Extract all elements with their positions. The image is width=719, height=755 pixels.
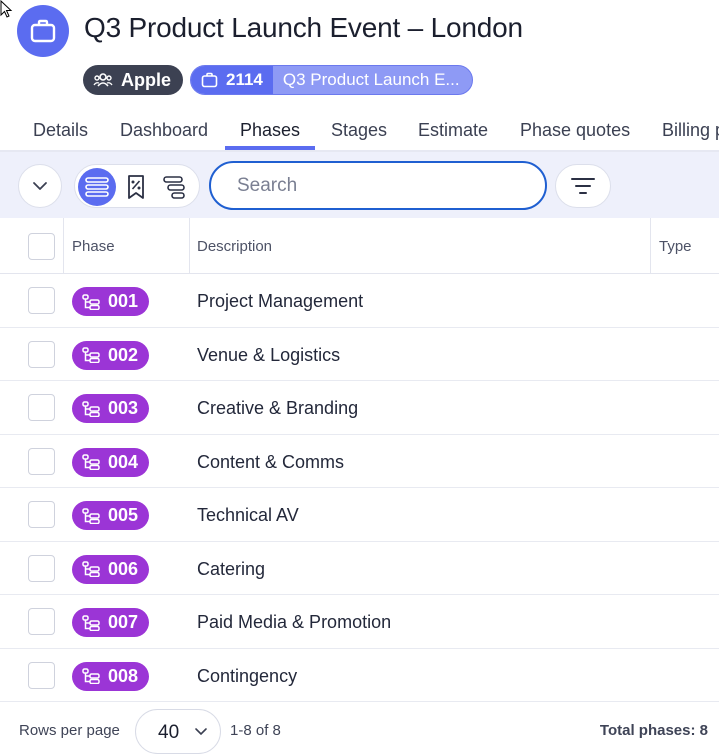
row-checkbox[interactable] xyxy=(28,447,55,475)
page-title: Q3 Product Launch Event – London xyxy=(84,12,523,43)
row-checkbox[interactable] xyxy=(28,554,55,582)
project-header: Q3 Product Launch Event – London Apple 2… xyxy=(0,0,719,110)
tab-estimate[interactable]: Estimate xyxy=(418,120,488,141)
phase-description: Project Management xyxy=(197,291,364,311)
users-icon xyxy=(93,73,113,87)
phase-hierarchy-icon xyxy=(82,454,100,470)
table-row[interactable]: 001 Project Management xyxy=(0,274,719,328)
column-header-type[interactable]: Type xyxy=(659,238,692,255)
row-checkbox[interactable] xyxy=(28,340,55,368)
table-footer: Rows per page 40 1-8 of 8 Total phases: … xyxy=(0,702,719,755)
phase-description: Content & Comms xyxy=(197,451,345,472)
phase-badge[interactable]: 003 xyxy=(72,394,150,423)
client-chip[interactable]: Apple xyxy=(83,65,184,95)
table-row[interactable]: 002 Venue & Logistics xyxy=(0,328,719,381)
phase-badge[interactable]: 005 xyxy=(72,501,150,530)
row-checkbox[interactable] xyxy=(28,608,55,635)
tab-dashboard[interactable]: Dashboard xyxy=(120,120,208,141)
phase-number: 005 xyxy=(108,505,139,525)
briefcase-small-icon xyxy=(201,72,218,88)
phase-number: 001 xyxy=(108,291,139,311)
phase-description: Paid Media & Promotion xyxy=(197,612,392,632)
active-tab-indicator xyxy=(225,146,315,150)
column-divider xyxy=(650,218,651,274)
column-header-description[interactable]: Description xyxy=(197,238,272,255)
phase-number: 008 xyxy=(108,665,139,686)
list-view-icon xyxy=(85,177,109,197)
table-row[interactable]: 008 Contingency xyxy=(0,649,719,702)
phase-hierarchy-icon xyxy=(82,347,100,363)
view-switcher xyxy=(74,164,200,208)
tab-stages[interactable]: Stages xyxy=(331,120,387,141)
phase-badge[interactable]: 001 xyxy=(72,287,150,316)
toolbar xyxy=(0,152,719,218)
table-row[interactable]: 004 Content & Comms xyxy=(0,435,719,488)
collapse-button[interactable] xyxy=(18,164,62,208)
chevron-down-icon xyxy=(33,182,47,190)
briefcase-icon xyxy=(17,5,69,57)
client-chip-label: Apple xyxy=(121,69,172,90)
table-row[interactable]: 003 Creative & Branding xyxy=(0,381,719,435)
phases-table: Phase Description Type 001 Project Manage… xyxy=(0,218,719,702)
phase-badge[interactable]: 002 xyxy=(72,340,150,370)
column-header-phase[interactable]: Phase xyxy=(72,238,115,255)
tab-billing[interactable]: Billing p xyxy=(662,120,719,141)
select-all-checkbox[interactable] xyxy=(28,233,55,260)
filter-button[interactable] xyxy=(555,164,611,208)
list-view-button[interactable] xyxy=(78,168,116,206)
project-name: Q3 Product Launch E... xyxy=(282,70,460,89)
tab-details[interactable]: Details xyxy=(33,120,88,141)
phase-description: Contingency xyxy=(197,665,298,686)
tab-phase-quotes[interactable]: Phase quotes xyxy=(520,120,630,141)
table-header: Phase Description Type xyxy=(0,218,719,274)
table-row[interactable]: 005 Technical AV xyxy=(0,488,719,542)
total-phases: Total phases: 8 xyxy=(599,722,708,739)
column-divider xyxy=(189,218,190,274)
table-row[interactable]: 007 Paid Media & Promotion xyxy=(0,595,719,649)
row-checkbox[interactable] xyxy=(28,394,55,421)
filter-icon xyxy=(571,178,595,194)
percent-bookmark-icon xyxy=(128,175,144,199)
project-number: 2114 xyxy=(226,70,263,89)
phase-badge[interactable]: 004 xyxy=(72,447,150,477)
tab-phases[interactable]: Phases xyxy=(240,120,300,141)
phase-hierarchy-icon xyxy=(82,614,100,631)
table-row[interactable]: 006 Catering xyxy=(0,542,719,595)
tab-bar: Details Dashboard Phases Stages Estimate… xyxy=(0,112,719,152)
phase-description: Technical AV xyxy=(197,505,299,525)
phase-description: Catering xyxy=(197,558,266,579)
phase-number: 007 xyxy=(108,612,139,632)
pagination-range: 1-8 of 8 xyxy=(230,722,281,739)
phase-hierarchy-icon xyxy=(82,400,100,417)
phase-description: Venue & Logistics xyxy=(197,344,341,365)
phase-number: 006 xyxy=(108,558,139,579)
phase-badge[interactable]: 008 xyxy=(72,661,150,691)
phase-number: 004 xyxy=(108,451,139,472)
project-chip[interactable]: 2114 Q3 Product Launch E... xyxy=(190,65,473,95)
phase-hierarchy-icon xyxy=(82,668,100,684)
rows-per-page-select[interactable]: 40 xyxy=(135,709,221,754)
row-checkbox[interactable] xyxy=(28,287,55,314)
rows-per-page-label: Rows per page xyxy=(19,722,120,739)
phase-number: 002 xyxy=(108,344,139,365)
percent-view-button[interactable] xyxy=(117,168,155,206)
phase-badge[interactable]: 007 xyxy=(72,608,150,637)
row-checkbox[interactable] xyxy=(28,501,55,528)
rows-per-page-value: 40 xyxy=(158,722,180,743)
row-checkbox[interactable] xyxy=(28,661,55,689)
search-input[interactable] xyxy=(209,161,547,210)
phase-hierarchy-icon xyxy=(82,507,100,524)
column-divider xyxy=(63,218,64,274)
chevron-down-icon xyxy=(195,728,207,736)
phase-badge[interactable]: 006 xyxy=(72,554,150,584)
phase-hierarchy-icon xyxy=(82,561,100,577)
phase-number: 003 xyxy=(108,398,139,418)
phase-hierarchy-icon xyxy=(82,293,100,310)
phase-description: Creative & Branding xyxy=(197,398,359,418)
gantt-view-button[interactable] xyxy=(156,168,194,206)
gantt-icon xyxy=(163,176,185,199)
